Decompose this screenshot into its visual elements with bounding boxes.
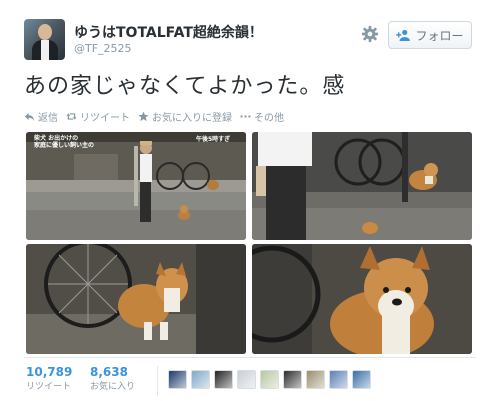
favoriter-avatar[interactable] <box>191 370 210 389</box>
reply-label: 返信 <box>38 113 58 124</box>
follow-person-icon <box>396 29 411 41</box>
photo-1-caption-time: 午後5時すぎ <box>196 136 231 143</box>
tweet-photo-1[interactable]: 柴犬 お出かけの 家庭に優しい飼い主の 午後5時すぎ <box>26 132 246 240</box>
favorite-stat[interactable]: 8,638 お気に入り <box>90 365 135 392</box>
tweet-photo-4[interactable] <box>252 244 472 354</box>
star-icon <box>138 111 149 122</box>
stats-separator <box>157 366 158 396</box>
favoriter-avatar[interactable] <box>306 370 325 389</box>
favoriter-avatars <box>168 370 371 389</box>
photo-2-image <box>252 132 472 240</box>
photo-3-image <box>26 244 246 354</box>
photo-1-caption-line1: 柴犬 お出かけの <box>34 135 79 142</box>
photo-4-image <box>252 244 472 354</box>
favoriter-avatar[interactable] <box>283 370 302 389</box>
photo-1-caption-line2: 家庭に優しい飼い主の <box>34 142 95 149</box>
retweet-count-label: リツイート <box>26 382 72 392</box>
retweet-icon <box>66 113 77 120</box>
tweet-photo-2[interactable] <box>252 132 472 240</box>
retweet-label: リツイート <box>80 113 130 124</box>
retweet-count: 10,789 <box>26 365 73 379</box>
retweet-action[interactable]: リツイート <box>66 109 130 124</box>
more-action[interactable]: その他 <box>240 109 284 124</box>
reply-action[interactable]: 返信 <box>24 109 58 124</box>
stats-divider <box>24 357 476 358</box>
favorite-label: お気に入りに登録 <box>152 113 232 124</box>
user-avatar[interactable] <box>24 19 65 60</box>
reply-icon <box>24 112 35 122</box>
tweet-photo-3[interactable] <box>26 244 246 354</box>
user-display-name[interactable]: ゆうはTOTALFAT超絶余韻！ <box>74 22 263 42</box>
retweet-stat[interactable]: 10,789 リツイート <box>26 365 72 392</box>
favoriter-avatar[interactable] <box>352 370 371 389</box>
favoriter-avatar[interactable] <box>260 370 279 389</box>
more-label: その他 <box>254 113 284 124</box>
favoriter-avatar[interactable] <box>214 370 233 389</box>
favoriter-avatar[interactable] <box>237 370 256 389</box>
favoriter-avatar[interactable] <box>168 370 187 389</box>
favorite-count: 8,638 <box>90 365 128 379</box>
favorite-count-label: お気に入り <box>90 382 136 392</box>
gear-icon[interactable] <box>361 25 379 43</box>
user-handle[interactable]: @TF_2525 <box>74 42 132 55</box>
follow-button[interactable]: フォロー <box>388 21 472 49</box>
follow-button-label: フォロー <box>415 28 464 43</box>
tweet-actions: 返信 リツイート お気に入りに登録 その他 <box>24 109 284 124</box>
tweet-text: あの家じゃなくてよかった。感 <box>24 74 346 99</box>
favoriter-avatar[interactable] <box>329 370 348 389</box>
more-icon <box>240 115 251 118</box>
favorite-action[interactable]: お気に入りに登録 <box>138 109 232 124</box>
